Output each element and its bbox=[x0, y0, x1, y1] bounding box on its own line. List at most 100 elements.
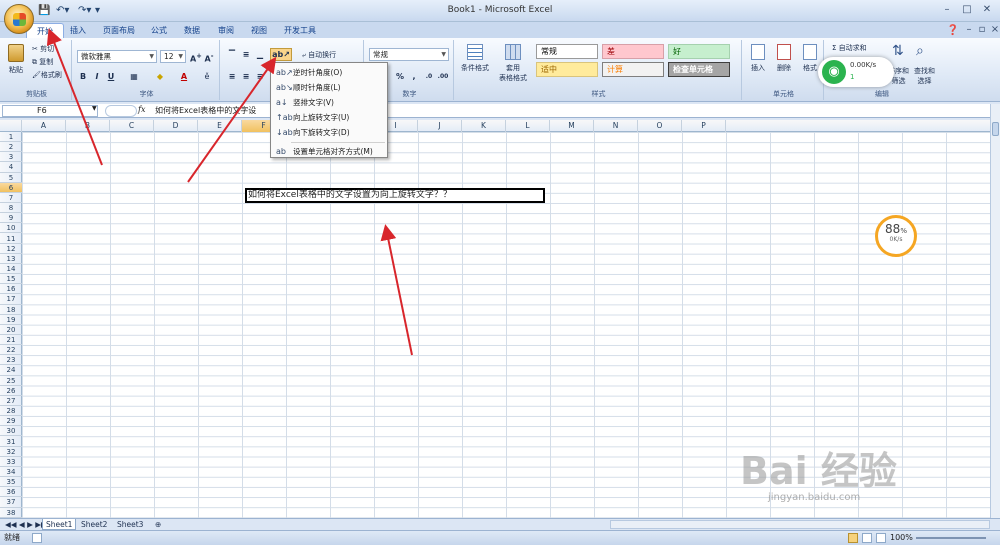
row-header[interactable]: 22 bbox=[0, 345, 22, 356]
row-header[interactable]: 11 bbox=[0, 234, 22, 244]
column-header[interactable]: O bbox=[638, 120, 682, 132]
zoom-level[interactable]: 100% bbox=[890, 531, 913, 545]
normal-view-icon[interactable] bbox=[848, 533, 858, 543]
orientation-button[interactable]: ab↗ bbox=[270, 48, 292, 61]
row-header[interactable]: 25 bbox=[0, 376, 22, 386]
wrap-text-button[interactable]: ⤶ 自动换行 bbox=[302, 50, 336, 60]
row-header[interactable]: 38 bbox=[0, 508, 22, 518]
align-left-icon[interactable]: ≡ bbox=[226, 70, 238, 83]
comma-icon[interactable]: , bbox=[408, 70, 420, 83]
format-as-table-button[interactable]: 套用 表格格式 bbox=[496, 44, 530, 83]
row-header[interactable]: 5 bbox=[0, 173, 22, 183]
find-select-button[interactable]: 查找和 选择 bbox=[914, 66, 935, 86]
menu-item-vertical-text[interactable]: a↓ 竖排文字(V) bbox=[271, 95, 387, 110]
column-header[interactable]: A bbox=[22, 120, 66, 132]
maximize-icon[interactable]: □ bbox=[960, 3, 974, 17]
column-header[interactable]: D bbox=[154, 120, 198, 132]
align-middle-icon[interactable]: ≡ bbox=[240, 48, 252, 61]
cut-button[interactable]: ✂ 剪切 bbox=[32, 44, 54, 54]
row-header[interactable]: 33 bbox=[0, 457, 22, 467]
zoom-slider[interactable] bbox=[916, 537, 986, 539]
row-header[interactable]: 23 bbox=[0, 355, 22, 366]
conditional-format-button[interactable]: 条件格式 bbox=[458, 44, 492, 73]
column-header[interactable]: K bbox=[462, 120, 506, 132]
font-name-combo[interactable]: 微软雅黑 ▼ bbox=[77, 50, 157, 63]
name-box[interactable]: F6 bbox=[2, 105, 98, 117]
row-header[interactable]: 35 bbox=[0, 477, 22, 488]
row-header[interactable]: 27 bbox=[0, 396, 22, 407]
column-header[interactable]: E bbox=[198, 120, 242, 132]
row-header[interactable]: 32 bbox=[0, 447, 22, 457]
tab-review[interactable]: 审阅 bbox=[212, 23, 240, 38]
menu-item-clockwise[interactable]: ab↘ 顺时针角度(L) bbox=[271, 80, 387, 95]
column-header[interactable]: B bbox=[66, 120, 110, 132]
format-painter-button[interactable]: 🖌格式刷 bbox=[32, 70, 62, 80]
row-header[interactable]: 4 bbox=[0, 162, 22, 173]
close-icon[interactable]: ✕ bbox=[980, 3, 994, 17]
tab-view[interactable]: 视图 bbox=[245, 23, 273, 38]
column-header[interactable]: J bbox=[418, 120, 462, 132]
horizontal-scrollbar[interactable] bbox=[610, 520, 990, 529]
fill-color-icon[interactable]: ◆ bbox=[154, 70, 166, 83]
percent-icon[interactable]: % bbox=[394, 70, 406, 83]
increase-decimal-icon[interactable]: .0 bbox=[422, 70, 436, 83]
cell-style-item[interactable]: 差 bbox=[602, 44, 664, 59]
row-header[interactable]: 28 bbox=[0, 406, 22, 417]
font-color-icon[interactable]: A bbox=[178, 70, 190, 83]
sheet-tab-3[interactable]: Sheet3 bbox=[114, 519, 146, 530]
italic-button[interactable]: I bbox=[91, 70, 103, 83]
row-header[interactable]: 3 bbox=[0, 152, 22, 163]
column-header[interactable]: P bbox=[682, 120, 726, 132]
row-header[interactable]: 10 bbox=[0, 223, 22, 234]
active-cell-f6[interactable]: 如何将Excel表格中的文字设置为向上旋转文字？？ bbox=[245, 188, 545, 203]
decrease-decimal-icon[interactable]: .00 bbox=[436, 70, 450, 83]
sheet-tab-2[interactable]: Sheet2 bbox=[78, 519, 110, 530]
align-right-icon[interactable]: ≡ bbox=[254, 70, 266, 83]
row-header[interactable]: 34 bbox=[0, 467, 22, 478]
row-header[interactable]: 31 bbox=[0, 437, 22, 447]
row-header[interactable]: 7 bbox=[0, 193, 22, 204]
align-bottom-icon[interactable]: ▁ bbox=[254, 48, 266, 61]
row-header[interactable]: 12 bbox=[0, 244, 22, 254]
row-header[interactable]: 1 bbox=[0, 132, 22, 143]
office-button[interactable] bbox=[4, 4, 34, 34]
row-header[interactable]: 13 bbox=[0, 254, 22, 264]
row-header[interactable]: 8 bbox=[0, 203, 22, 214]
border-icon[interactable]: ▦ bbox=[128, 70, 140, 83]
align-top-icon[interactable]: ▔ bbox=[226, 48, 238, 61]
tab-developer[interactable]: 开发工具 bbox=[280, 23, 320, 38]
row-header[interactable]: 2 bbox=[0, 142, 22, 153]
formula-bar-resize-handle[interactable] bbox=[105, 105, 137, 117]
tab-page-layout[interactable]: 页面布局 bbox=[98, 23, 140, 38]
formula-input[interactable]: 如何将Excel表格中的文字设 bbox=[155, 105, 256, 117]
ribbon-minimize-icon[interactable]: – bbox=[962, 23, 976, 37]
format-cells-button[interactable]: 格式 bbox=[800, 44, 820, 73]
font-size-combo[interactable]: 12 ▼ bbox=[160, 50, 186, 63]
cell-style-item[interactable]: 计算 bbox=[602, 62, 664, 77]
fx-icon[interactable]: fx bbox=[138, 105, 145, 114]
row-header[interactable]: 9 bbox=[0, 213, 22, 224]
macro-record-icon[interactable] bbox=[32, 533, 42, 543]
scroll-thumb[interactable] bbox=[992, 122, 999, 136]
vertical-scrollbar[interactable] bbox=[990, 104, 1000, 518]
bold-button[interactable]: B bbox=[77, 70, 89, 83]
cell-style-item[interactable]: 好 bbox=[668, 44, 730, 59]
menu-item-format-alignment[interactable]: ab 设置单元格对齐方式(M) bbox=[271, 144, 387, 159]
sheet-tab-1[interactable]: Sheet1 bbox=[42, 519, 77, 530]
row-header[interactable]: 24 bbox=[0, 365, 22, 376]
grow-font-button[interactable]: A+ bbox=[189, 50, 202, 64]
delete-cells-button[interactable]: 删除 bbox=[774, 44, 794, 73]
row-header[interactable]: 21 bbox=[0, 335, 22, 346]
row-header[interactable]: 15 bbox=[0, 274, 22, 285]
row-header[interactable]: 37 bbox=[0, 497, 22, 508]
row-header[interactable]: 20 bbox=[0, 325, 22, 335]
row-header[interactable]: 26 bbox=[0, 386, 22, 396]
align-center-icon[interactable]: ≡ bbox=[240, 70, 252, 83]
column-header[interactable]: M bbox=[550, 120, 594, 132]
column-header[interactable]: N bbox=[594, 120, 638, 132]
row-header[interactable]: 29 bbox=[0, 416, 22, 427]
phonetic-icon[interactable]: ě bbox=[198, 70, 216, 83]
help-icon[interactable]: ❓ bbox=[946, 24, 960, 38]
tab-data[interactable]: 数据 bbox=[178, 23, 206, 38]
menu-item-counterclockwise[interactable]: ab↗ 逆时针角度(O) bbox=[271, 65, 387, 80]
